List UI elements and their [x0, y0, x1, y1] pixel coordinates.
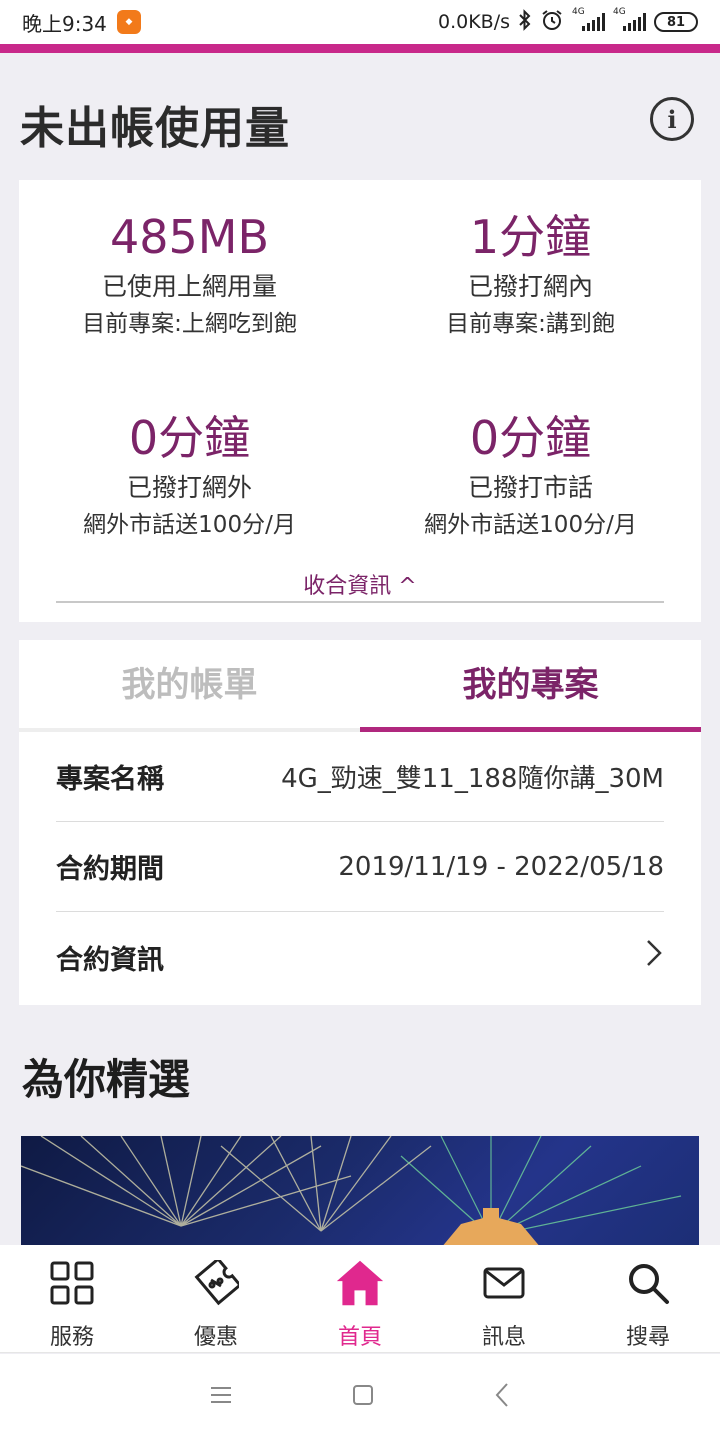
nav-offers[interactable]: 優惠 — [144, 1245, 288, 1352]
contract-period-row: 合約期間 2019/11/19 - 2022/05/18 — [56, 822, 664, 912]
usage-data: 485MB 已使用上網用量 目前專案:上網吃到飽 — [19, 209, 360, 339]
signal-icon-1: 4G — [572, 7, 605, 31]
coupon-icon — [191, 1257, 241, 1309]
nav-search[interactable]: 搜尋 — [576, 1245, 720, 1352]
signal-label-1: 4G — [572, 7, 585, 17]
contract-period-value: 2019/11/19 - 2022/05/18 — [338, 851, 664, 882]
collapse-info-link[interactable]: 收合資訊 ^ — [19, 568, 701, 600]
nav-services[interactable]: 服務 — [0, 1245, 144, 1352]
nav-label: 搜尋 — [625, 1325, 670, 1350]
contract-info-label: 合約資訊 — [56, 944, 164, 976]
info-icon[interactable]: i — [650, 97, 694, 141]
usage-plan: 目前專案:上網吃到飽 — [82, 311, 297, 337]
usage-label: 已撥打網外 — [126, 473, 252, 502]
plan-name-label: 專案名稱 — [56, 764, 164, 795]
usage-label: 已使用上網用量 — [101, 272, 277, 301]
usage-value: 0分鐘 — [128, 411, 251, 465]
usage-value: 1分鐘 — [469, 210, 592, 264]
nav-messages[interactable]: 訊息 — [432, 1245, 576, 1352]
page-title: 未出帳使用量 — [20, 103, 290, 154]
plan-details: 專案名稱 4G_勁速_雙11_188隨你講_30M 合約期間 2019/11/1… — [19, 732, 701, 1005]
bluetooth-icon — [518, 8, 532, 36]
usage-offnet-calls: 0分鐘 已撥打網外 網外市話送100分/月 — [19, 410, 360, 540]
mail-icon — [479, 1257, 529, 1309]
home-icon — [335, 1257, 385, 1309]
signal-label-2: 4G — [613, 7, 626, 17]
account-tabs: 我的帳單 我的專案 — [19, 640, 701, 732]
search-icon — [623, 1257, 673, 1309]
tab-my-bill[interactable]: 我的帳單 — [19, 640, 360, 732]
nav-home[interactable]: 首頁 — [288, 1245, 432, 1352]
usage-label: 已撥打市話 — [467, 473, 593, 502]
status-time: 晚上9:34 — [22, 11, 107, 36]
featured-banner-image[interactable] — [21, 1136, 699, 1248]
alarm-icon — [540, 8, 564, 37]
plan-name-value: 4G_勁速_雙11_188隨你講_30M — [281, 764, 664, 794]
header-accent-line — [0, 44, 720, 53]
bottom-navigation: 服務 優惠 首頁 訊息 搜尋 — [0, 1245, 720, 1353]
nav-label: 服務 — [49, 1325, 94, 1350]
app-notification-icon: ◆ — [116, 10, 141, 34]
featured-title: 為你精選 — [22, 1055, 191, 1104]
menu-icon[interactable] — [209, 1385, 233, 1409]
usage-label: 已撥打網內 — [467, 272, 593, 301]
status-bar: 晚上9:34 ◆ 0.0KB/s 4G 4G 81 — [0, 0, 720, 44]
nav-label: 優惠 — [193, 1325, 238, 1350]
grid-icon — [47, 1257, 97, 1309]
usage-plan: 目前專案:講到飽 — [446, 311, 615, 337]
system-navigation-bar — [0, 1354, 720, 1440]
usage-onnet-calls: 1分鐘 已撥打網內 目前專案:講到飽 — [360, 209, 701, 339]
tab-my-plan[interactable]: 我的專案 — [360, 640, 701, 732]
signal-icon-2: 4G — [613, 7, 646, 31]
home-square-icon[interactable] — [351, 1383, 375, 1411]
usage-plan: 網外市話送100分/月 — [424, 512, 637, 538]
usage-landline-calls: 0分鐘 已撥打市話 網外市話送100分/月 — [360, 410, 701, 540]
usage-plan: 網外市話送100分/月 — [83, 512, 296, 538]
usage-value: 0分鐘 — [469, 411, 592, 465]
battery-level: 81 — [666, 14, 686, 30]
contract-period-label: 合約期間 — [56, 854, 164, 885]
battery-icon: 81 — [654, 12, 698, 32]
back-icon[interactable] — [493, 1382, 511, 1412]
plan-name-row: 專案名稱 4G_勁速_雙11_188隨你講_30M — [56, 732, 664, 822]
usage-card: 485MB 已使用上網用量 目前專案:上網吃到飽 1分鐘 已撥打網內 目前專案:… — [19, 180, 701, 622]
nav-label: 首頁 — [337, 1325, 382, 1350]
usage-value: 485MB — [109, 210, 270, 264]
contract-info-row[interactable]: 合約資訊 — [56, 912, 664, 1002]
chevron-right-icon — [644, 937, 664, 977]
nav-label: 訊息 — [481, 1325, 526, 1350]
divider — [56, 601, 664, 603]
network-speed: 0.0KB/s — [437, 11, 510, 33]
